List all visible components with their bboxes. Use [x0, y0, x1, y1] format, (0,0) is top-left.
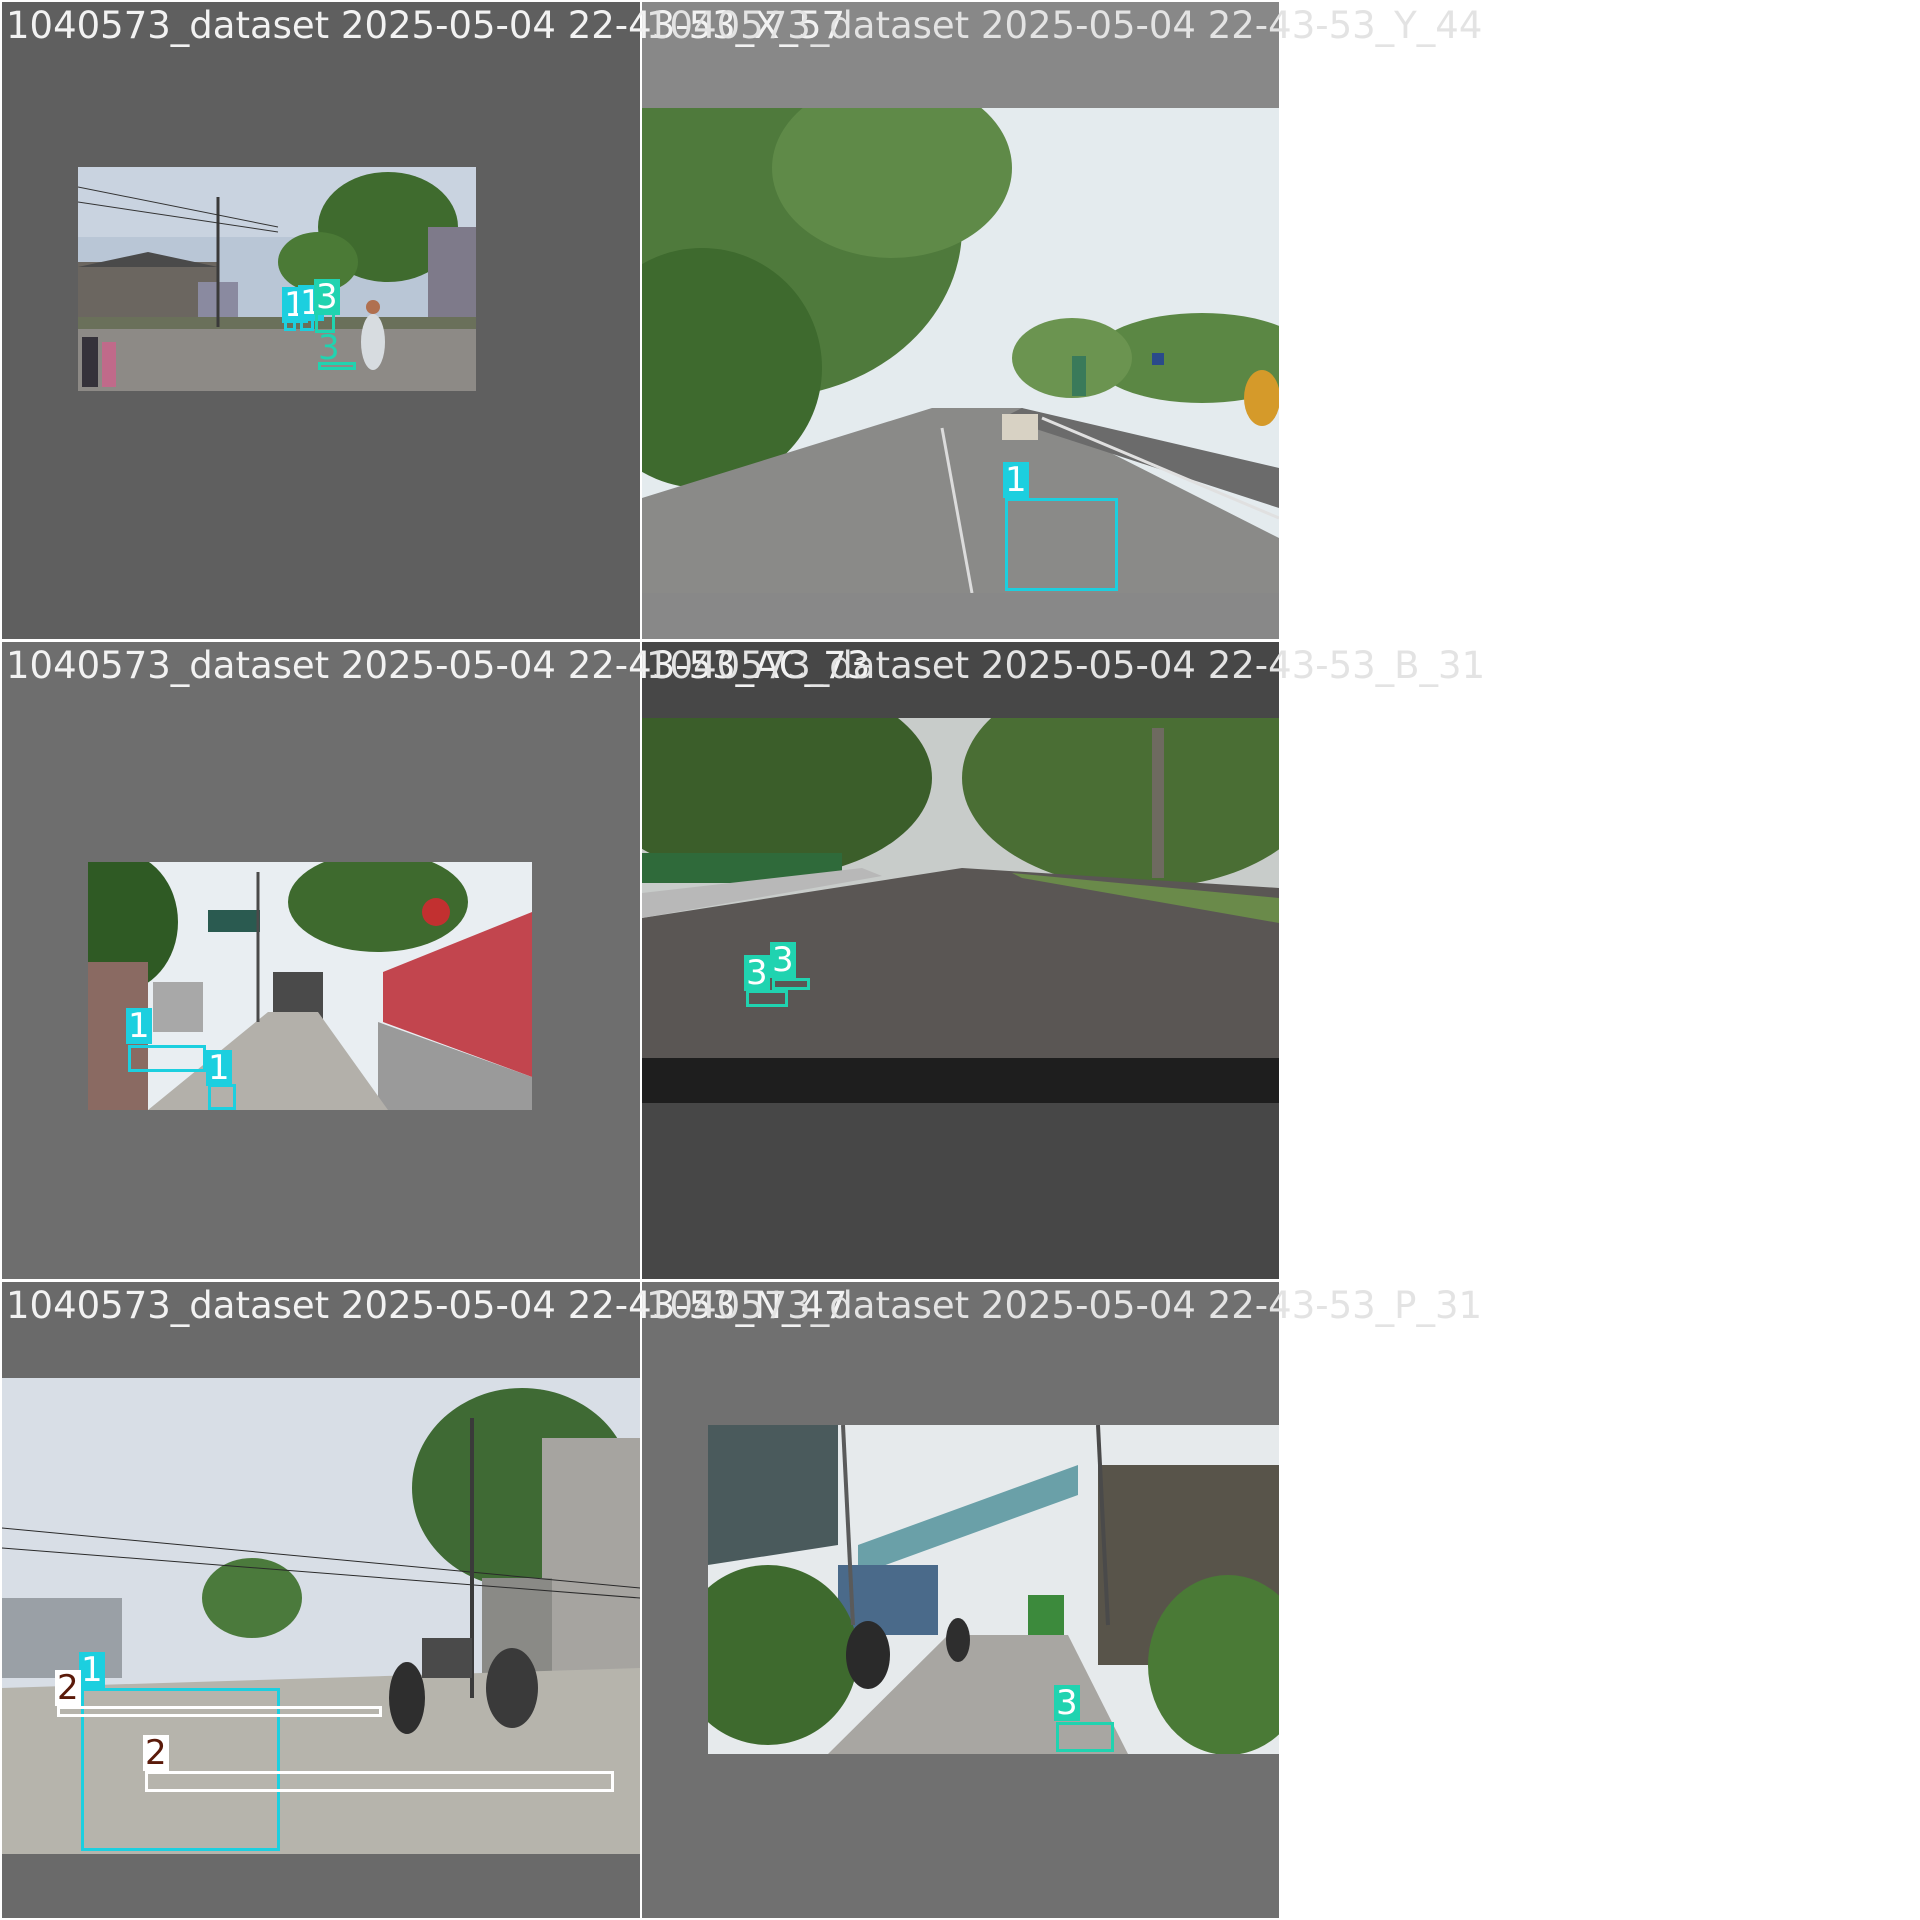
image-tile-4: 3 3	[642, 642, 1279, 1279]
bbox-label-1: 3	[1054, 1683, 1080, 1723]
bbox-label-1: 3	[744, 953, 770, 993]
grid-divider-vertical	[640, 0, 642, 1920]
bbox-label-2: 1	[206, 1048, 232, 1088]
street-photo-5: 1 2 2	[2, 1378, 640, 1854]
bbox-label-2: 2	[55, 1668, 81, 1708]
street-photo-6: 3	[708, 1425, 1279, 1754]
caption-main: 1040573_dataset 2025-05-04 22-43-53	[6, 4, 736, 47]
grid-divider-horizontal-1	[0, 639, 1280, 642]
bbox-1	[1056, 1722, 1114, 1752]
caption-main: 1040573_dataset 2025-05-04 22-43-53	[646, 4, 1376, 47]
image-tile-6: 3	[642, 1282, 1279, 1918]
caption-main: 1040573_dataset 2025-05-04 22-43-53	[6, 644, 736, 687]
image-tile-5: 1 2 2	[2, 1282, 640, 1918]
caption-main: 1040573_dataset 2025-05-04 22-43-53	[6, 1284, 736, 1327]
image-tile-1: 1 1 3 3	[2, 2, 640, 639]
tile-caption-2: 1040573_dataset 2025-05-04 22-43-53_Y_44	[646, 4, 1482, 48]
tile-caption-6: 1040573_dataset 2025-05-04 22-43-53_P_31	[646, 1284, 1482, 1328]
bbox-label-3: 3	[314, 277, 340, 317]
image-tile-2: 1	[642, 2, 1279, 639]
image-tile-3: 1 1	[2, 642, 640, 1279]
bbox-1	[128, 1045, 206, 1072]
grid-divider-horizontal-2	[0, 1279, 1280, 1282]
caption-tail: _Y_44	[1375, 4, 1483, 47]
bbox-label-1: 1	[126, 1006, 152, 1046]
caption-main: 1040573_dataset 2025-05-04 22-43-53	[646, 1284, 1376, 1327]
caption-tail: _B_31	[1375, 644, 1486, 687]
street-photo-2: 1	[642, 108, 1279, 593]
bbox-label-1: 1	[1003, 460, 1029, 500]
bbox-3	[145, 1771, 614, 1792]
street-photo-4: 3 3	[642, 718, 1279, 1103]
bbox-2	[57, 1706, 382, 1717]
street-photo-1: 1 1 3 3	[78, 167, 476, 391]
street-photo-3: 1 1	[88, 862, 532, 1110]
bbox-label-1: 1	[79, 1650, 105, 1690]
caption-main: 1040573_dataset 2025-05-04 22-43-53	[646, 644, 1376, 687]
bbox-label-2: 3	[770, 940, 796, 980]
tile-caption-4: 1040573_dataset 2025-05-04 22-43-53_B_31	[646, 644, 1485, 688]
bbox-label-4: 3	[318, 328, 340, 368]
bbox-label-3: 2	[143, 1733, 169, 1773]
caption-tail: _P_31	[1375, 1284, 1483, 1327]
bbox-1	[1005, 498, 1118, 591]
